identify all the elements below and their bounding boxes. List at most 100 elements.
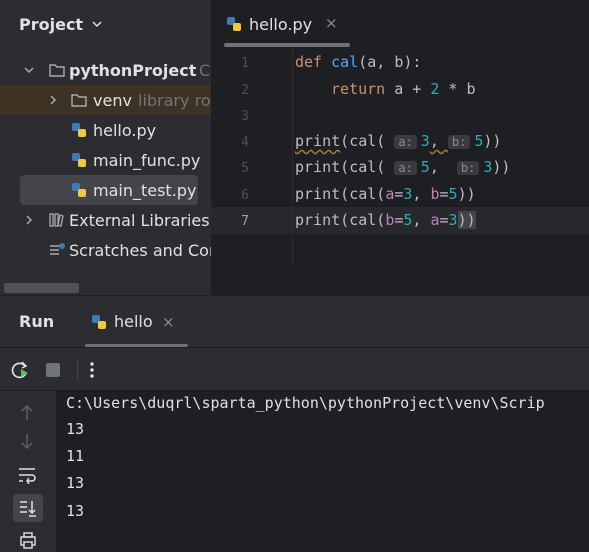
console-line: 13	[66, 474, 85, 492]
code-text: ))	[483, 132, 502, 150]
tree-item-file[interactable]: hello.py	[0, 115, 211, 145]
code-text: =	[439, 211, 449, 229]
tab-label: hello.py	[249, 14, 313, 34]
line-number: 6	[241, 188, 249, 203]
builtin-print: print	[295, 185, 341, 203]
expand-right-icon[interactable]	[24, 215, 34, 225]
line-number: 1	[241, 56, 249, 71]
tree-item-label: hello.py	[93, 120, 157, 140]
tree-item-external-libraries[interactable]: External Libraries	[0, 205, 211, 235]
number-literal: 5	[448, 185, 458, 203]
toolbar-divider	[77, 358, 78, 380]
code-text: (	[340, 211, 350, 229]
code-text: a +	[385, 80, 431, 98]
project-panel: Project pythonProject C venv library roo…	[0, 0, 211, 295]
project-panel-title: Project	[19, 14, 84, 34]
code-text: cal	[349, 158, 377, 176]
python-file-icon	[92, 314, 106, 329]
code-line-4: print(cal( a: 3, b: 5))	[295, 132, 501, 150]
code-text: =	[439, 185, 449, 203]
tree-item-hint: C	[199, 60, 211, 80]
console-output[interactable]: C:\Users\duqrl\sparta_python\pythonProje…	[56, 391, 589, 552]
scratches-icon	[50, 243, 65, 255]
code-line-7: print(cal(b=5, a=3))	[295, 211, 476, 229]
param-name: b	[430, 185, 440, 203]
close-icon[interactable]: ×	[162, 313, 175, 331]
tab-hello-py[interactable]: hello.py	[225, 0, 312, 48]
horizontal-scrollbar[interactable]	[4, 283, 79, 293]
code-text: (a, b):	[358, 53, 422, 71]
run-panel: Run hello × C:\Users\duqrl\sparta_python…	[0, 295, 589, 552]
builtin-print: print	[295, 158, 341, 176]
code-text: (	[340, 185, 350, 203]
line-number: 7	[241, 214, 249, 229]
code-text: ,	[429, 158, 448, 176]
tree-item-label: Scratches and Con	[69, 240, 211, 260]
console-line: 13	[66, 502, 85, 520]
builtin-print: print	[295, 211, 341, 229]
line-number: 5	[241, 161, 249, 176]
param-name: a	[385, 185, 395, 203]
console-line: 11	[66, 447, 85, 465]
code-text: cal	[349, 211, 377, 229]
gutter-separator	[292, 48, 293, 264]
close-icon[interactable]: ×	[325, 14, 338, 32]
code-text: ,	[412, 211, 431, 229]
code-text: ,	[412, 185, 431, 203]
code-text: (	[376, 185, 386, 203]
folder-icon	[49, 64, 65, 77]
run-panel-title: Run	[19, 312, 55, 331]
arrow-up-icon[interactable]	[19, 403, 35, 421]
code-line-6: print(cal(a=3, b=5))	[295, 185, 476, 203]
arrow-down-icon[interactable]	[19, 433, 35, 451]
code-text: (	[340, 132, 350, 150]
param-hint-b: b:	[456, 161, 480, 175]
code-line-2: return a + 2 * b	[331, 80, 476, 98]
tree-item-scratches[interactable]: Scratches and Con	[0, 235, 211, 265]
soft-wrap-icon[interactable]	[17, 466, 37, 484]
tree-item-label: External Libraries	[69, 210, 210, 230]
library-icon	[49, 213, 64, 227]
scroll-to-end-icon	[20, 501, 36, 517]
folder-icon	[71, 94, 87, 107]
param-name: b	[385, 211, 395, 229]
rerun-icon[interactable]	[10, 360, 32, 380]
line-number: 4	[241, 135, 249, 150]
print-icon[interactable]	[19, 531, 37, 549]
tree-item-file[interactable]: main_func.py	[0, 145, 211, 175]
python-file-icon	[72, 153, 86, 167]
console-line: C:\Users\duqrl\sparta_python\pythonProje…	[66, 394, 545, 412]
code-text: ))	[457, 185, 476, 203]
scroll-to-end-button[interactable]	[13, 494, 43, 522]
expand-down-icon[interactable]	[24, 65, 34, 75]
more-options-icon[interactable]	[88, 361, 96, 379]
line-number: 2	[241, 83, 249, 98]
tree-item-pythonproject[interactable]: pythonProject C	[0, 55, 211, 85]
code-text: (	[376, 158, 386, 176]
code-text: ))	[492, 158, 511, 176]
tree-item-venv[interactable]: venv library roo	[0, 85, 211, 115]
param-name: a	[430, 211, 440, 229]
run-tab-hello[interactable]: hello	[90, 312, 153, 331]
code-text: (	[340, 158, 350, 176]
chevron-down-icon[interactable]	[91, 18, 103, 30]
function-name: cal	[331, 53, 359, 71]
code-editor[interactable]: hello.py × 1 2 3 4 5 6 7 def cal(a, b): …	[211, 0, 589, 295]
stop-icon[interactable]	[45, 362, 61, 378]
console-line: 13	[66, 420, 85, 438]
python-file-icon	[227, 17, 241, 31]
project-panel-header[interactable]: Project	[0, 0, 211, 48]
code-text: (	[376, 132, 386, 150]
run-panel-header: Run hello ×	[0, 296, 589, 347]
expand-right-icon[interactable]	[48, 95, 58, 105]
console-side-toolbar	[0, 391, 56, 552]
active-tab-indicator	[224, 43, 350, 47]
keyword: def	[295, 53, 323, 71]
param-hint-b: b:	[447, 135, 471, 149]
tree-item-label: venv	[93, 90, 132, 110]
editor-tab-bar: hello.py ×	[211, 0, 589, 48]
keyword: return	[331, 80, 386, 98]
run-toolbar	[0, 347, 589, 391]
tree-item-file-selected[interactable]: main_test.py	[20, 175, 198, 205]
code-text: * b	[439, 80, 476, 98]
